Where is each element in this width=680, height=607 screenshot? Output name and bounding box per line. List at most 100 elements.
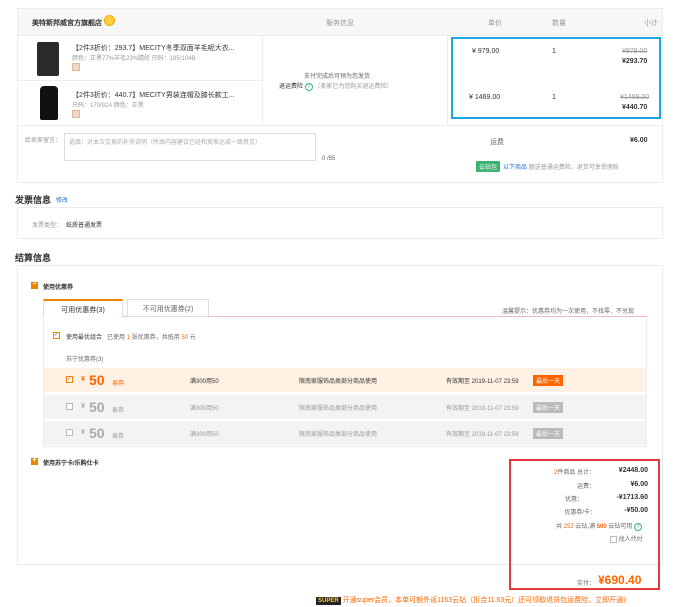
coupon-kind: 易券 xyxy=(112,381,125,387)
pay-amount: ¥690.40 xyxy=(598,573,642,587)
return-insurance: 退运费险 ? （卖家已为您购买退运费险） xyxy=(279,81,392,91)
invoice-type-label: 发票类型： xyxy=(32,223,63,229)
best-combo-label: 使用最优组合 xyxy=(66,335,103,341)
coupon-checkbox[interactable] xyxy=(66,403,73,410)
coupon-amount: 50 xyxy=(89,372,105,388)
coupon-row[interactable]: ¥ 50 易券 满300用50 限南家服饰品类部分商品使用 有效期至 2019-… xyxy=(44,395,646,419)
best-combo-amount: 50 xyxy=(181,335,189,341)
shipping-desc: 额送普通运费险，退货可享受理赔 xyxy=(528,165,619,171)
coupon-expire: 有效期至 2019-11-07 23:59 xyxy=(446,379,519,385)
best-combo-count: 1 xyxy=(126,335,131,341)
coupon-section-title[interactable]: 使用优惠券 xyxy=(43,282,73,291)
row-divider xyxy=(17,80,262,81)
pay-label: 实付： xyxy=(577,581,596,587)
store-header: 美特斯邦威官方旗舰店 服务信息 单价 数量 小计 xyxy=(17,8,663,36)
best-combo-used: 已使用 xyxy=(107,335,126,341)
header-qty: 数量 xyxy=(552,20,566,27)
coupon-condition: 满300用50 xyxy=(190,432,219,438)
summary-coupon: -¥50.00 xyxy=(624,507,648,514)
card-section-title[interactable]: 使用苏宁卡/乐购仕卡 xyxy=(43,458,99,467)
cloud-post: 云钻可用 xyxy=(608,524,633,530)
cloud-pre: 共 xyxy=(556,524,563,530)
coupon-row[interactable]: ¥ 50 易券 满300用50 限南家服饰品类部分商品使用 有效期至 2019-… xyxy=(44,421,646,445)
service-ship-note: 支付完成后可预为您发货 xyxy=(304,74,371,80)
coupon-condition: 满300用50 xyxy=(190,406,219,412)
product-name[interactable]: 【2件3折价：440.7】MECITY男装连帽及膝长款工... xyxy=(72,90,235,100)
proxy-pay[interactable]: 找人代付 xyxy=(610,534,643,543)
coupon-currency: ¥ xyxy=(81,376,85,383)
coat-thumbnail xyxy=(40,86,58,120)
product-name[interactable]: 【2件3折价：293.7】MECITY冬季双面羊毛呢大衣... xyxy=(72,43,235,53)
help-icon[interactable]: ? xyxy=(634,523,643,531)
return-insurance-note: （卖家已为您购买退运费险） xyxy=(314,84,393,90)
summary-count-label: 2件商品 总计： xyxy=(520,467,595,476)
coupon-kind: 易券 xyxy=(112,434,125,440)
product-image[interactable] xyxy=(40,86,58,120)
header-price: 单价 xyxy=(488,20,502,27)
tab-unavailable[interactable]: 不可用优惠券(2) xyxy=(127,299,209,317)
col-divider xyxy=(447,36,448,125)
shipping-label: 运费 xyxy=(490,139,504,146)
header-subtotal: 小计 xyxy=(644,20,658,27)
product-image[interactable] xyxy=(37,42,59,76)
coat-thumbnail xyxy=(37,42,59,76)
summary-total: ¥2448.00 xyxy=(618,467,648,474)
coupon-group-label: 苏宁优惠券(3) xyxy=(66,357,104,363)
coupon-scope: 限南家服饰品类部分商品使用 xyxy=(299,432,378,438)
cloud-tag: 云钻包 xyxy=(476,161,501,172)
coupon-expire: 有效期至 2019-11-07 23:59 xyxy=(446,432,519,438)
invoice-type-value: 纸质普通发票 xyxy=(66,223,103,229)
promo-tag-icon xyxy=(72,63,80,71)
best-combo-unit: 元 xyxy=(189,335,196,341)
cloud-mid: 云钻,满 xyxy=(575,524,596,530)
goods-link[interactable]: 以下商品 xyxy=(503,165,527,171)
cloud-min: 500 xyxy=(596,524,607,530)
promo-tag-icon xyxy=(72,110,80,118)
summary-count-text: 件商品 总计： xyxy=(557,470,595,476)
coupon-condition: 满300用50 xyxy=(190,379,219,385)
invoice-title: 发票信息 xyxy=(15,195,52,205)
coupon-checkbox[interactable]: ✓ xyxy=(66,376,73,383)
shipping-promo: 以下商品 额送普通运费险，退货可享受理赔 xyxy=(503,162,619,171)
memo-label: 给卖家留言： xyxy=(25,138,62,144)
coupon-scope: 限南家服饰品类部分商品使用 xyxy=(299,406,378,412)
memo-input[interactable]: 选填：对本次交易的补充说明（所填内容建议已经和卖家达成一致意见） xyxy=(64,133,316,161)
product-meta: 尺码：170/92A 颜色：正黑 xyxy=(72,103,144,109)
coupon-scope: 限南家服饰品类部分商品使用 xyxy=(299,379,378,385)
summary-discount-label: 优惠： xyxy=(564,497,583,503)
coupon-amount: 50 xyxy=(89,399,105,415)
memo-counter: 0 /85 xyxy=(322,156,336,162)
shipping-value: ¥6.00 xyxy=(630,137,648,144)
coupon-expire: 有效期至 2019-11-07 23:59 xyxy=(446,406,519,412)
help-icon[interactable]: ? xyxy=(304,83,313,91)
col-divider xyxy=(262,36,263,125)
product-meta: 颜色：正黑77%羊毛23%腈纶 尺码：185/104B xyxy=(72,56,196,62)
header-service: 服务信息 xyxy=(326,20,354,27)
coupon-tip: 温馨提示：优惠券均为一次使用，不找零、不兑现 xyxy=(502,309,635,315)
collapse-icon[interactable]: − xyxy=(31,281,38,289)
super-text[interactable]: 开通super会员，本单可额外返1163云钻（折合11.63元）还可领取退货包运… xyxy=(343,597,631,604)
store-name[interactable]: 美特斯邦威官方旗舰店 xyxy=(32,18,102,28)
row-divider xyxy=(17,125,663,126)
coupon-checkbox[interactable] xyxy=(66,429,73,436)
coupon-amount: 50 xyxy=(89,425,105,441)
coupon-currency: ¥ xyxy=(81,429,85,436)
store-badge-icon xyxy=(104,15,115,26)
invoice-edit-link[interactable]: 修改 xyxy=(56,195,68,204)
coupon-row[interactable]: ✓ ¥ 50 易券 满300用50 限南家服饰品类部分商品使用 有效期至 201… xyxy=(44,368,646,392)
coupon-currency: ¥ xyxy=(81,403,85,410)
expand-icon[interactable]: + xyxy=(31,457,38,465)
proxy-pay-checkbox[interactable] xyxy=(610,535,617,543)
super-badge: SUPER xyxy=(316,597,341,605)
summary-freight: ¥6.00 xyxy=(630,481,648,488)
coupon-last-day-badge: 最后一天 xyxy=(533,375,564,386)
best-combo-checkbox[interactable]: ✓ xyxy=(53,332,60,339)
summary-discount: -¥1713.60 xyxy=(616,494,648,501)
price-highlight-box xyxy=(451,37,661,119)
invoice-box xyxy=(17,207,663,239)
cloud-count: 252 xyxy=(563,524,574,530)
tab-available[interactable]: 可用优惠券(3) xyxy=(43,299,123,317)
summary-coupon-label: 优惠券/卡： xyxy=(564,510,596,516)
return-insurance-label: 退运费险 xyxy=(279,84,304,90)
super-member-bar[interactable]: SUPER 开通super会员，本单可额外返1163云钻（折合11.63元）还可… xyxy=(316,595,630,605)
